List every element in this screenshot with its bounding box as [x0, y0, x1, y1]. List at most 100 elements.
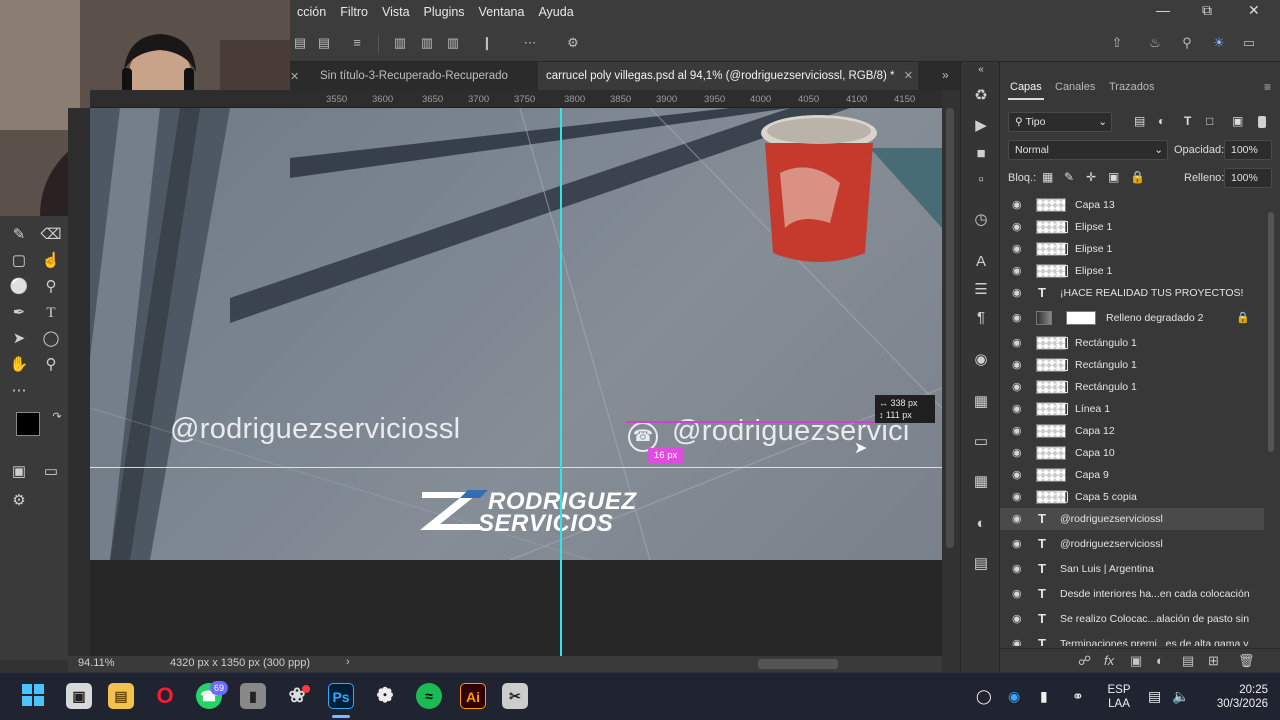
- bell-icon[interactable]: ♨: [1147, 35, 1163, 51]
- usb-app-icon[interactable]: ▮: [240, 683, 266, 709]
- menu-filtro[interactable]: Filtro: [333, 5, 375, 19]
- menu-plugins[interactable]: Plugins: [417, 5, 472, 19]
- microphone-icon[interactable]: ⚭: [1072, 689, 1084, 703]
- paragraph-icon[interactable]: ¶: [971, 308, 991, 328]
- panel-menu-icon[interactable]: ≡: [1264, 80, 1271, 94]
- character-icon[interactable]: A: [971, 252, 991, 272]
- visibility-eye-icon[interactable]: ◉: [1012, 286, 1026, 300]
- layer-style-fx-icon[interactable]: fx: [1104, 653, 1114, 668]
- screen-mode-icon[interactable]: ▭: [40, 461, 62, 483]
- layer-row[interactable]: ◉ Elipse 1: [1000, 238, 1264, 260]
- layer-row[interactable]: ◉ T ¡HACE REALIDAD TUS PROYECTOS!: [1000, 282, 1264, 304]
- pen-tool-icon[interactable]: ✒: [8, 302, 30, 324]
- lock-transparent-icon[interactable]: ▦: [1042, 170, 1053, 184]
- tabs-overflow-icon[interactable]: »: [942, 68, 949, 82]
- zoom-level[interactable]: 94.11%: [78, 657, 115, 669]
- handle-text-right[interactable]: @rodriguezservici: [672, 415, 910, 448]
- menu-ventana[interactable]: Ventana: [472, 5, 532, 19]
- layer-row[interactable]: ◉ T Se realizo Colocac...alación de pasto …: [1000, 608, 1264, 630]
- adjustment-layer-icon[interactable]: ◐: [1156, 653, 1164, 668]
- ellipse-tool-icon[interactable]: ◯: [40, 328, 62, 350]
- minimize-icon[interactable]: —: [1156, 2, 1170, 18]
- visibility-eye-icon[interactable]: ◉: [1012, 537, 1026, 551]
- foreground-color-swatch[interactable]: [16, 412, 40, 436]
- share-icon[interactable]: ⇧: [1109, 35, 1125, 51]
- opera-icon[interactable]: O: [152, 683, 178, 709]
- link-layers-icon[interactable]: ☍: [1078, 653, 1091, 669]
- close-icon[interactable]: ✕: [1248, 2, 1260, 19]
- burn-tool-icon[interactable]: ⚲: [40, 276, 62, 298]
- tab-close-icon[interactable]: ✕: [904, 70, 913, 82]
- canvas-vertical-scrollbar[interactable]: [946, 108, 954, 548]
- visibility-eye-icon[interactable]: ◉: [1012, 311, 1026, 325]
- smudge-tool-icon[interactable]: ☝: [40, 250, 62, 272]
- tab-carrucel-active[interactable]: carrucel poly villegas.psd al 94,1% (@ro…: [538, 62, 918, 90]
- language-indicator[interactable]: ESP LAA: [1104, 683, 1134, 711]
- more-tools-icon[interactable]: ⋯: [8, 380, 30, 402]
- add-mask-icon[interactable]: ▣: [1130, 653, 1142, 669]
- visibility-eye-icon[interactable]: ◉: [1012, 198, 1026, 212]
- visibility-eye-icon[interactable]: ◉: [1012, 612, 1026, 626]
- blend-mode-select[interactable]: Normal ⌄: [1008, 140, 1168, 160]
- vertical-guide[interactable]: [560, 108, 562, 656]
- menu-edicion[interactable]: cción: [290, 5, 333, 19]
- layer-row[interactable]: ◉ T @rodriguezserviciossl: [1000, 508, 1264, 530]
- chatgpt-icon[interactable]: ❁: [372, 683, 398, 709]
- tab-trazados[interactable]: Trazados: [1109, 81, 1154, 93]
- eraser-tool-icon[interactable]: ⌫: [40, 224, 62, 246]
- delete-layer-icon[interactable]: 🗑: [1238, 653, 1255, 669]
- lock-artboard-icon[interactable]: ▣: [1108, 170, 1119, 184]
- restore-icon[interactable]: ⧉: [1202, 2, 1212, 19]
- menu-ayuda[interactable]: Ayuda: [531, 5, 580, 19]
- layer-row[interactable]: ◉ T @rodriguezserviciossl: [1000, 533, 1264, 555]
- gradient-tool-icon[interactable]: ▢: [8, 250, 30, 272]
- align-left-edges-icon[interactable]: ▤: [292, 35, 308, 51]
- gradients-icon[interactable]: ▭: [971, 432, 991, 452]
- actions-play-icon[interactable]: ▶: [971, 116, 991, 136]
- color-icon[interactable]: ◉: [971, 350, 991, 370]
- layer-row[interactable]: ◉ Capa 13: [1000, 194, 1264, 216]
- new-layer-icon[interactable]: ⊞: [1208, 653, 1219, 669]
- visibility-eye-icon[interactable]: ◉: [1012, 637, 1026, 646]
- lock-image-icon[interactable]: ✎: [1064, 170, 1074, 184]
- align-vertical-centers-icon[interactable]: ▥: [419, 35, 435, 51]
- spotify-icon[interactable]: ≈: [416, 683, 442, 709]
- filter-type-icon[interactable]: T: [1184, 114, 1191, 128]
- visibility-eye-icon[interactable]: ◉: [1012, 512, 1026, 526]
- quick-mask-icon[interactable]: ▣: [8, 461, 30, 483]
- lock-position-icon[interactable]: ✛: [1086, 170, 1096, 184]
- tab-canales[interactable]: Canales: [1055, 81, 1095, 93]
- filter-adjustment-icon[interactable]: ◐: [1158, 114, 1165, 128]
- visibility-eye-icon[interactable]: ◉: [1012, 562, 1026, 576]
- visibility-eye-icon[interactable]: ◉: [1012, 490, 1026, 504]
- libraries-icon[interactable]: ▤: [971, 554, 991, 574]
- lock-all-icon[interactable]: 🔒: [1130, 170, 1145, 184]
- rodriguez-logo[interactable]: RODRIGUEZ SERVICIOS: [418, 486, 708, 537]
- layer-row[interactable]: ◉ T Terminaciones premi...es de alta gama …: [1000, 633, 1264, 646]
- visibility-eye-icon[interactable]: ◉: [1012, 358, 1026, 372]
- menu-vista[interactable]: Vista: [375, 5, 417, 19]
- history-clock-icon[interactable]: ◷: [971, 210, 991, 230]
- file-explorer-icon[interactable]: ▤: [108, 683, 134, 709]
- photoshop-icon[interactable]: Ps: [328, 683, 354, 709]
- discover-icon[interactable]: ☀: [1211, 35, 1227, 51]
- layer-row[interactable]: ◉ Rectángulo 1: [1000, 354, 1264, 376]
- new-group-icon[interactable]: ▤: [1182, 653, 1194, 669]
- layer-row[interactable]: ◉ Rectángulo 1: [1000, 376, 1264, 398]
- filter-smart-icon[interactable]: ▣: [1232, 114, 1243, 128]
- collapse-panels-icon[interactable]: «: [971, 64, 991, 76]
- visibility-eye-icon[interactable]: ◉: [1012, 380, 1026, 394]
- layer-row[interactable]: ◉ 🔒 Relleno degradado 2: [1000, 307, 1264, 329]
- comments-icon[interactable]: ▫: [971, 170, 991, 190]
- gear-icon[interactable]: ⚙: [565, 35, 581, 51]
- layer-row[interactable]: ◉ Capa 12: [1000, 420, 1264, 442]
- clock[interactable]: 20:25 30/3/2026: [1198, 683, 1268, 711]
- visibility-eye-icon[interactable]: ◉: [1012, 242, 1026, 256]
- hand-tool-icon[interactable]: ✋: [8, 354, 30, 376]
- layer-row[interactable]: ◉ Rectángulo 1: [1000, 332, 1264, 354]
- canvas-horizontal-scrollbar[interactable]: [758, 659, 838, 669]
- brush-tool-icon[interactable]: ✎: [8, 224, 30, 246]
- illustrator-icon[interactable]: Ai: [460, 683, 486, 709]
- opacity-field[interactable]: 100%: [1224, 140, 1272, 160]
- tab-close-icon[interactable]: ✕: [290, 70, 299, 83]
